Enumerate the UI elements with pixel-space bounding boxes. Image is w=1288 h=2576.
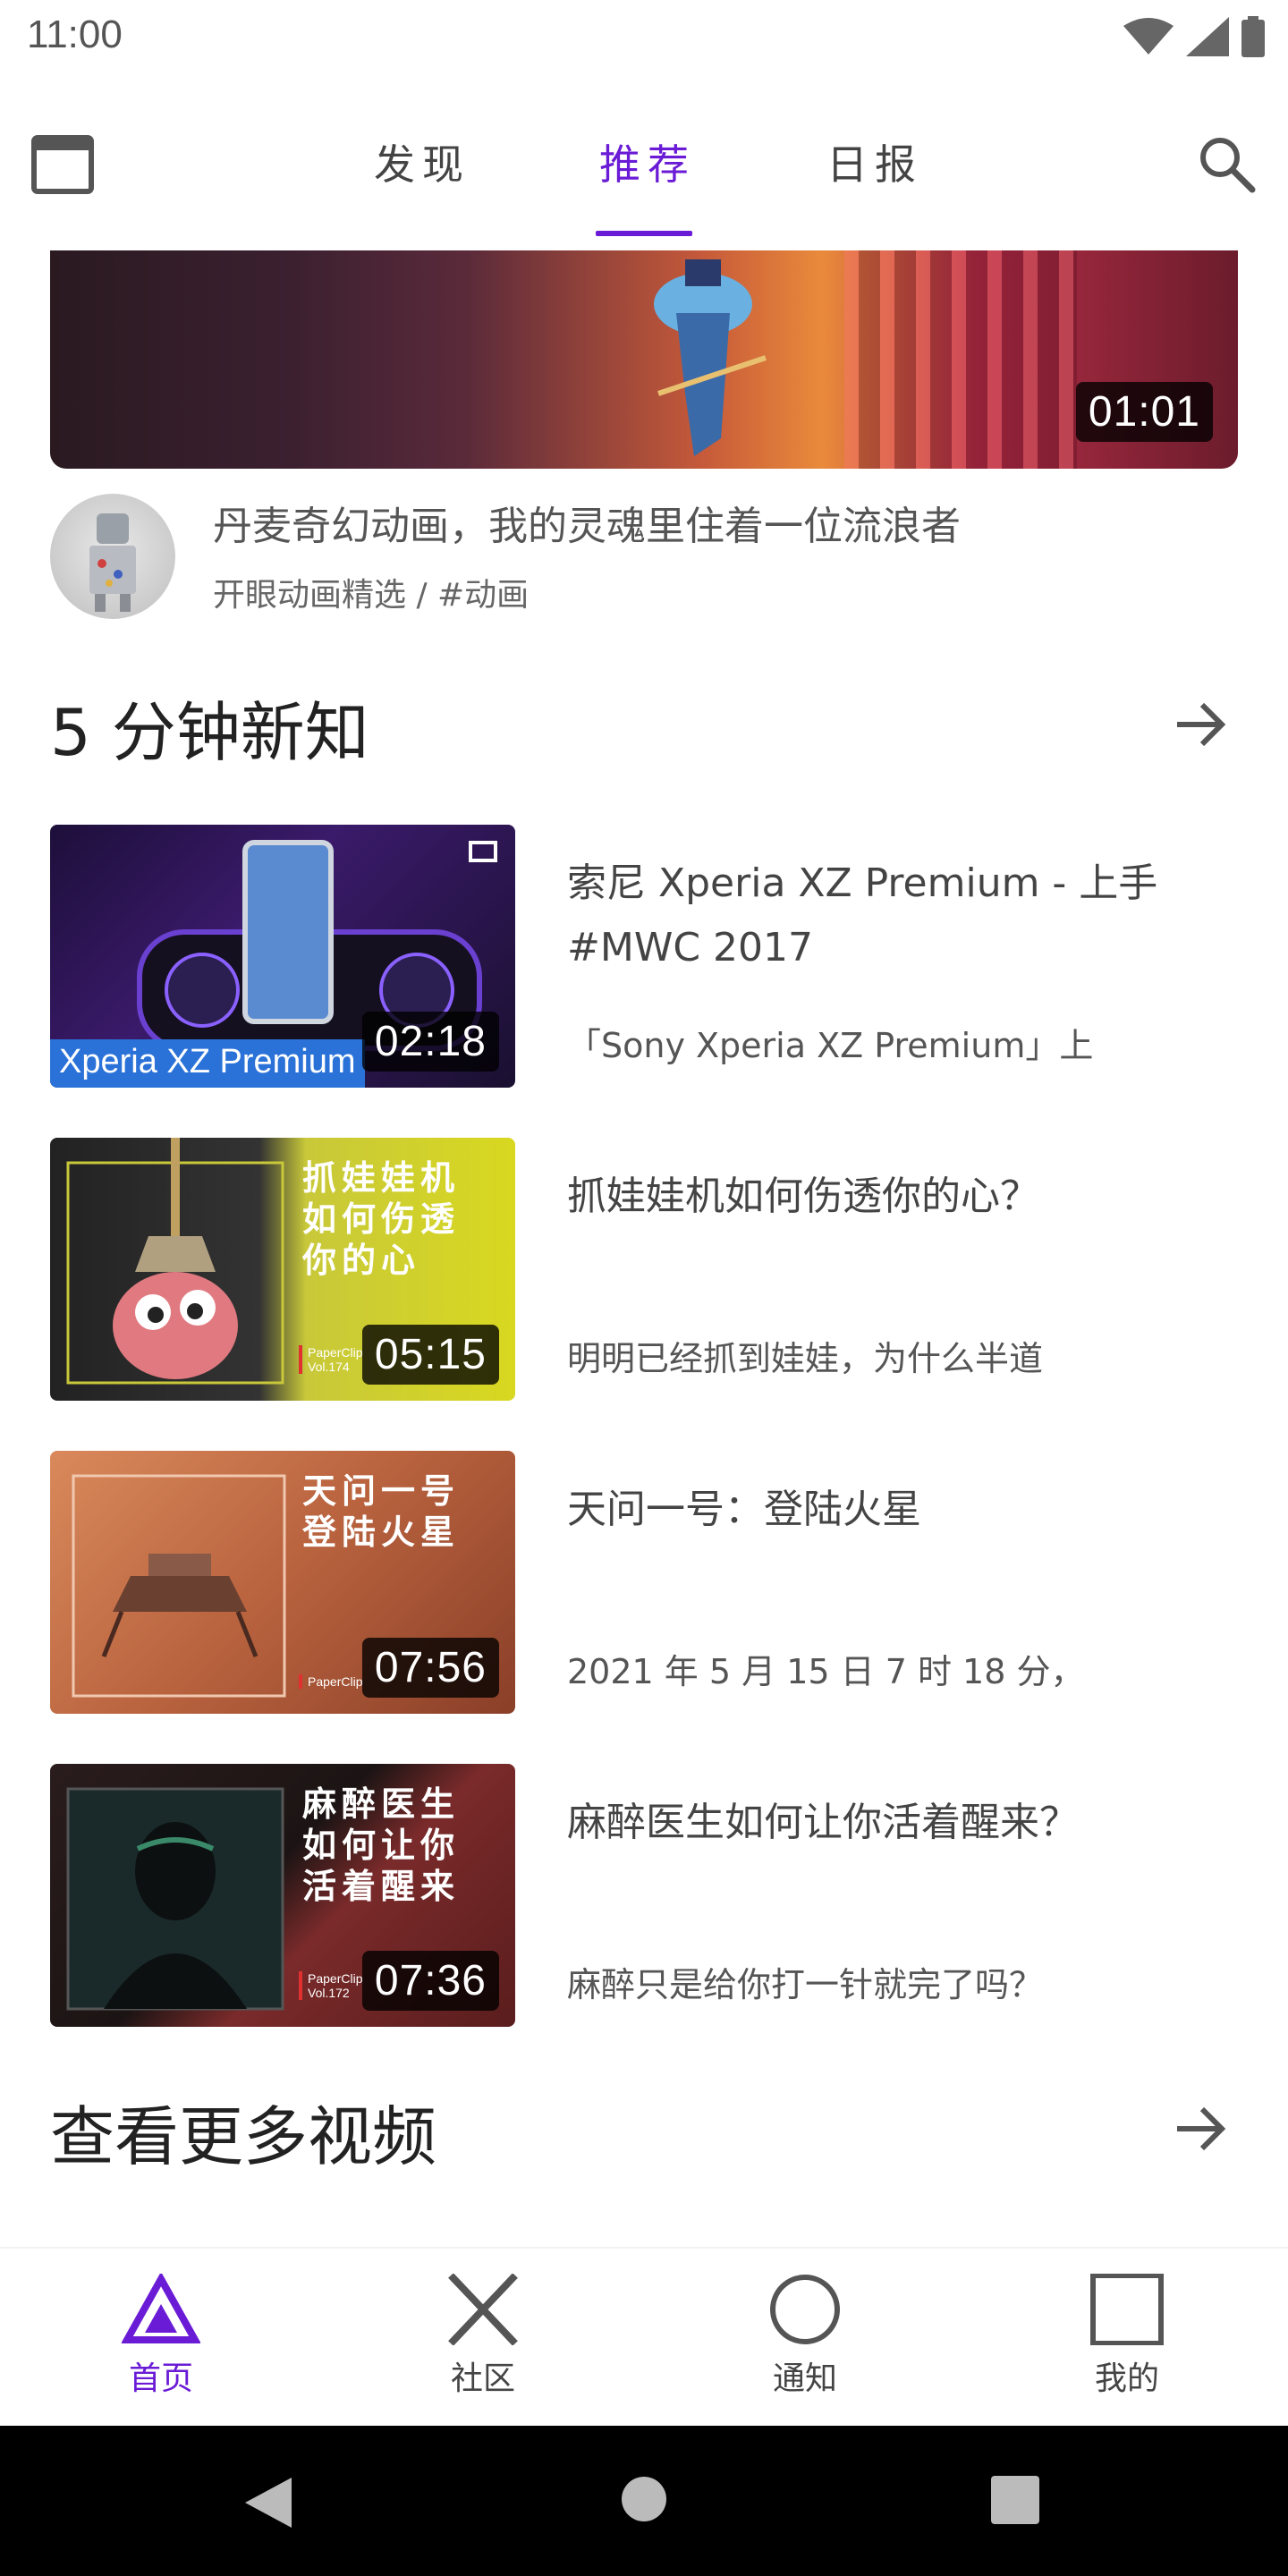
video-description: 「Sony Xperia XZ Premium」上 — [567, 1026, 1094, 1065]
triangle-icon — [122, 2274, 200, 2343]
list-item[interactable]: Xperia XZ Premium 02:18 索尼 Xperia XZ Pre… — [50, 825, 1238, 1088]
wifi-icon — [1123, 18, 1174, 55]
status-bar: 11:00 — [0, 0, 1288, 75]
featured-banner[interactable]: 01:01 — [50, 250, 1238, 469]
paperclip-label: PaperClip Vol.172 — [299, 1971, 362, 2000]
overlay-text-line-2: 登陆火星 — [302, 1513, 461, 1552]
battery-icon — [1241, 16, 1265, 57]
list-item[interactable]: 天问一号 登陆火星 PaperClip 07:56 天问一号：登陆火星 2021… — [50, 1451, 1238, 1714]
section-title: 5 分钟新知 — [50, 695, 369, 770]
video-thumbnail[interactable]: 麻醉医生 如何让你 活着醒来 PaperClip Vol.172 07:36 — [50, 1764, 515, 2027]
brand-label: Xperia XZ Premium — [50, 1039, 365, 1088]
video-description: 2021 年 5 月 15 日 7 时 18 分， — [567, 1652, 1085, 1691]
arrow-right-icon[interactable] — [1172, 2100, 1229, 2157]
cross-icon — [448, 2274, 518, 2345]
back-icon[interactable] — [243, 2476, 293, 2529]
nav-label: 首页 — [128, 2360, 193, 2397]
banner-illustration — [654, 259, 767, 456]
home-icon[interactable] — [621, 2476, 667, 2522]
overlay-text-line-2: 如何让你 — [302, 1826, 461, 1865]
paperclip-label: PaperClip Vol.174 — [299, 1345, 362, 1374]
square-icon — [1090, 2274, 1164, 2345]
recents-icon[interactable] — [991, 2476, 1039, 2524]
overlay-text-line-1: 天问一号 — [302, 1471, 461, 1511]
video-duration: 07:56 — [361, 1638, 499, 1698]
video-title: 麻醉医生如何让你活着醒来？ — [567, 1800, 1079, 1845]
video-title: 索尼 Xperia XZ Premium - 上手 #MWC 2017 — [567, 860, 1158, 970]
video-title: 天问一号：登陆火星 — [567, 1487, 921, 1532]
video-title: 抓娃娃机如何伤透你的心？ — [567, 1174, 1039, 1219]
circle-icon — [770, 2275, 840, 2344]
video-duration: 07:36 — [361, 1951, 499, 2011]
video-description: 明明已经抓到娃娃，为什么半道 — [567, 1339, 1044, 1378]
overlay-text-line-2: 如何伤透 — [302, 1199, 461, 1239]
banner-duration: 01:01 — [1075, 382, 1213, 442]
signal-icon — [1186, 17, 1229, 56]
status-icons — [1123, 16, 1265, 57]
tab-discover[interactable]: 发现 — [374, 132, 470, 191]
nav-notifications[interactable]: 通知 — [716, 2274, 894, 2417]
nav-label: 通知 — [772, 2360, 837, 2397]
video-thumbnail[interactable]: 抓娃娃机 如何伤透 你的心 PaperClip Vol.174 05:15 — [50, 1138, 515, 1401]
section-more-videos[interactable]: 查看更多视频 — [50, 2084, 1238, 2174]
nav-label: 社区 — [450, 2360, 515, 2397]
avatar[interactable] — [50, 494, 175, 619]
overlay-text-line-1: 麻醉医生 — [302, 1784, 461, 1824]
video-thumbnail[interactable]: Xperia XZ Premium 02:18 — [50, 825, 515, 1088]
list-item[interactable]: 抓娃娃机 如何伤透 你的心 PaperClip Vol.174 05:15 抓娃娃… — [50, 1138, 1238, 1401]
tab-daily[interactable]: 日报 — [826, 132, 923, 191]
nav-mine[interactable]: 我的 — [1038, 2274, 1216, 2417]
tab-recommend[interactable]: 推荐 — [599, 132, 696, 191]
calendar-icon[interactable] — [30, 131, 95, 195]
system-navigation-bar — [0, 2426, 1288, 2576]
video-thumbnail[interactable]: 天问一号 登陆火星 PaperClip 07:56 — [50, 1451, 515, 1714]
video-duration: 05:15 — [361, 1325, 499, 1385]
featured-title: 丹麦奇幻动画，我的灵魂里住着一位流浪者 — [213, 504, 961, 549]
video-description: 麻醉只是给你打一针就完了吗？ — [567, 1965, 1044, 2004]
banner-railing — [844, 250, 1077, 469]
search-icon[interactable] — [1197, 134, 1256, 193]
overlay-text-line-3: 你的心 — [302, 1241, 421, 1280]
video-duration: 02:18 — [361, 1012, 499, 1072]
overlay-text-line-3: 活着醒来 — [302, 1867, 461, 1906]
top-tab-bar: 发现 推荐 日报 — [0, 107, 1288, 250]
nav-label: 我的 — [1094, 2360, 1159, 2397]
overlay-text-line-1: 抓娃娃机 — [302, 1158, 461, 1198]
section-new-knowledge[interactable]: 5 分钟新知 — [50, 680, 1238, 770]
nav-community[interactable]: 社区 — [394, 2274, 572, 2417]
status-time: 11:00 — [27, 13, 123, 56]
tab-indicator — [596, 231, 692, 236]
featured-video-info[interactable]: 丹麦奇幻动画，我的灵魂里住着一位流浪者 开眼动画精选 / #动画 — [50, 494, 1238, 619]
list-item[interactable]: 麻醉医生 如何让你 活着醒来 PaperClip Vol.172 07:36 麻醉… — [50, 1764, 1238, 2027]
robot-avatar-icon — [89, 513, 136, 612]
section-title: 查看更多视频 — [50, 2099, 437, 2174]
arrow-right-icon[interactable] — [1172, 696, 1229, 753]
featured-subtitle: 开眼动画精选 / #动画 — [213, 577, 530, 614]
paperclip-label: PaperClip — [299, 1674, 362, 1689]
nav-home[interactable]: 首页 — [72, 2274, 250, 2417]
bottom-navigation: 首页 社区 通知 我的 — [0, 2247, 1288, 2426]
